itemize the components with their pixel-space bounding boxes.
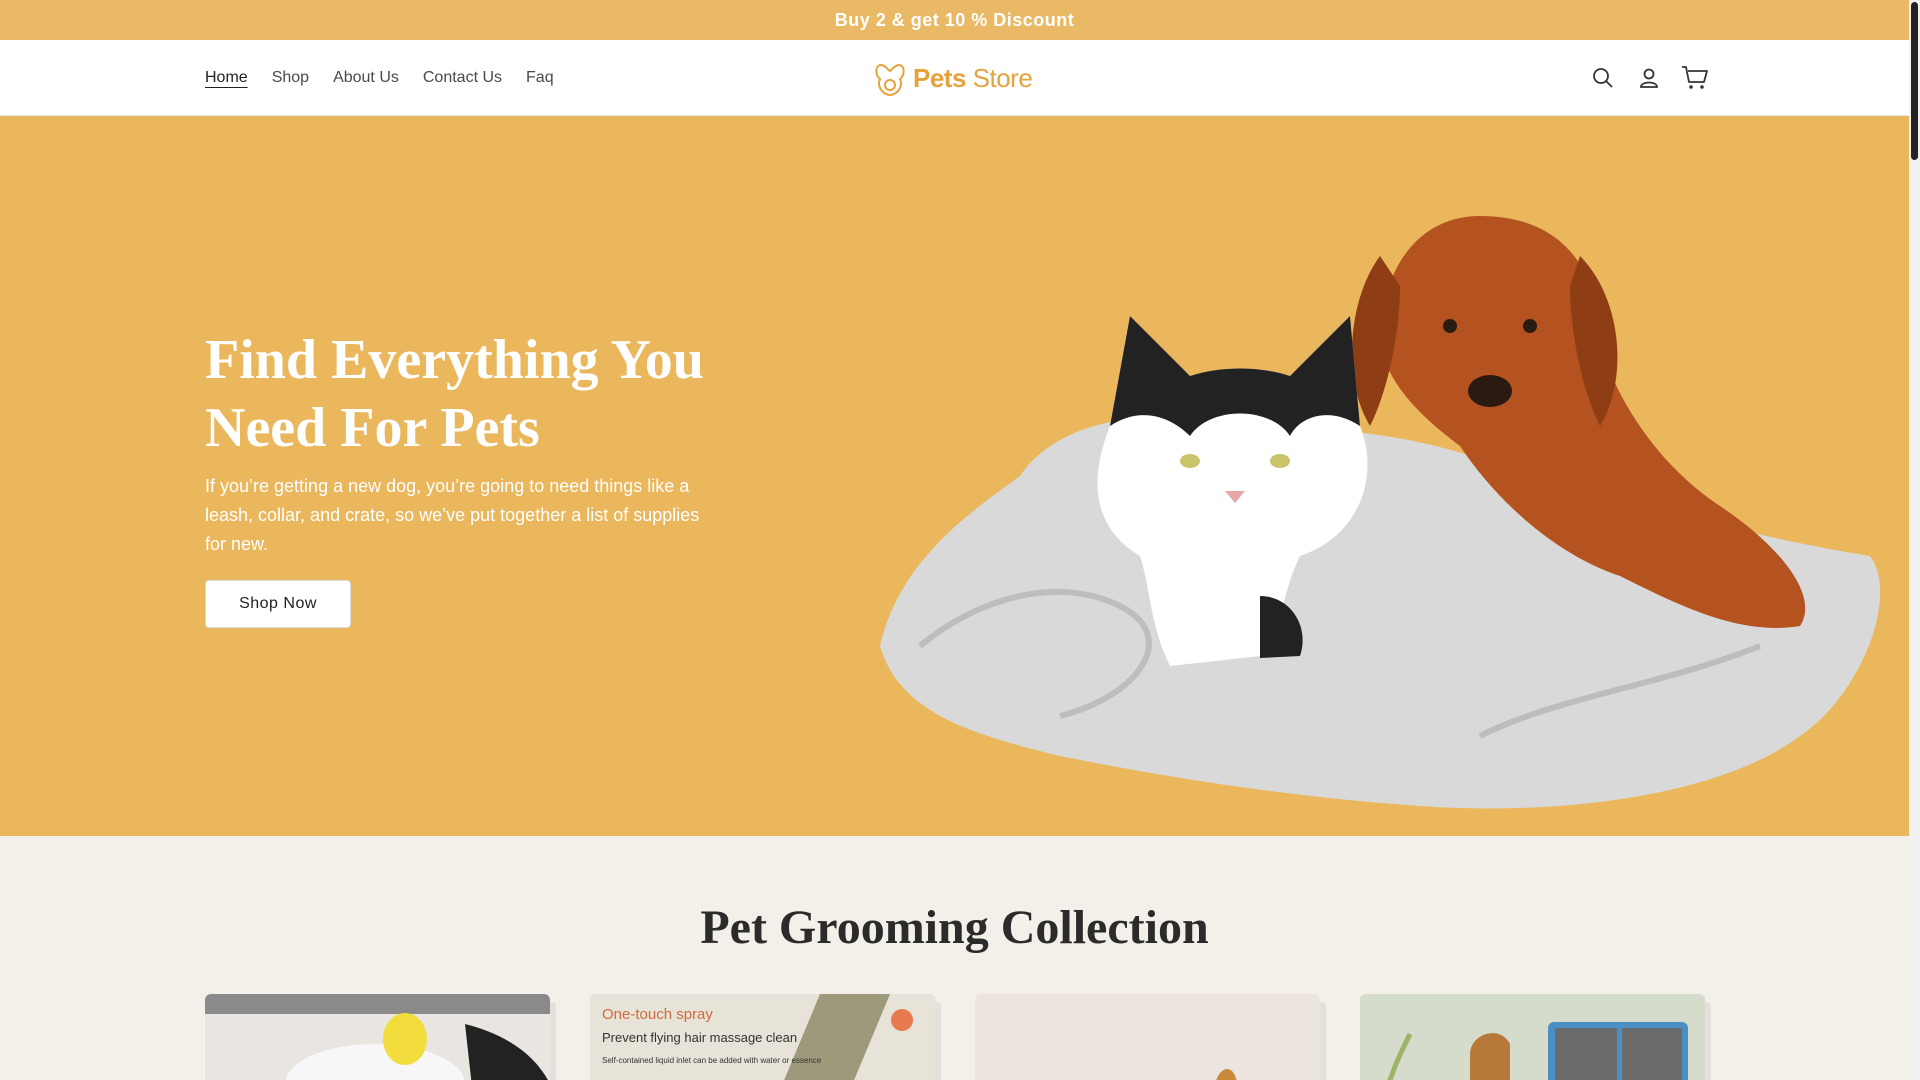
search-button[interactable] bbox=[1589, 58, 1617, 98]
product-image bbox=[205, 994, 550, 1080]
search-icon bbox=[1593, 68, 1613, 88]
account-icon bbox=[1640, 68, 1658, 88]
logo-text-light: Store bbox=[972, 62, 1033, 93]
product-card[interactable] bbox=[975, 994, 1320, 1080]
hero-title: Find Everything You Need For Pets bbox=[205, 329, 704, 459]
collection-cards: One-touch spray Prevent flying hair mass… bbox=[205, 994, 1705, 1080]
nav-home[interactable]: Home bbox=[205, 69, 248, 87]
product-image bbox=[1360, 994, 1705, 1080]
cart-icon bbox=[1682, 66, 1708, 89]
announcement-text: Buy 2 & get 10 % Discount bbox=[834, 9, 1075, 30]
main-nav: Home Shop About Us Contact Us Faq bbox=[205, 40, 554, 115]
site-header: Home Shop About Us Contact Us Faq Pets S… bbox=[0, 40, 1909, 116]
product-image bbox=[1216, 1069, 1237, 1080]
logo-text-bold: Pets bbox=[913, 62, 966, 93]
collection-title: Pet Grooming Collection bbox=[700, 901, 1209, 954]
site-logo[interactable]: Pets Store bbox=[873, 58, 1033, 98]
hero-pets-image bbox=[880, 216, 1881, 809]
card-caption-line1: One-touch spray bbox=[602, 1006, 713, 1023]
logo-text: Pets Store bbox=[913, 62, 1033, 94]
nav-contact-us[interactable]: Contact Us bbox=[423, 69, 502, 87]
cart-button[interactable] bbox=[1681, 58, 1709, 98]
product-card[interactable] bbox=[205, 994, 550, 1080]
nav-faq[interactable]: Faq bbox=[526, 69, 554, 87]
hero-description: If you’re getting a new dog, you’re goin… bbox=[205, 476, 700, 554]
page-scrollbar[interactable] bbox=[1909, 0, 1920, 1080]
product-card[interactable] bbox=[1360, 994, 1705, 1080]
announcement-bar: Buy 2 & get 10 % Discount bbox=[0, 0, 1909, 40]
card-caption-line3: Self-contained liquid inlet can be added… bbox=[602, 1056, 822, 1065]
nav-shop[interactable]: Shop bbox=[272, 69, 309, 87]
paw-logo-icon bbox=[875, 63, 905, 97]
account-button[interactable] bbox=[1635, 58, 1663, 98]
nav-about-us[interactable]: About Us bbox=[333, 69, 399, 87]
product-card[interactable]: One-touch spray Prevent flying hair mass… bbox=[590, 994, 935, 1080]
card-caption-line2: Prevent flying hair massage clean bbox=[602, 1030, 798, 1045]
hero-banner: Find Everything You Need For Pets If you… bbox=[0, 116, 1909, 836]
shop-now-button[interactable]: Shop Now bbox=[205, 580, 351, 628]
header-icons bbox=[1589, 58, 1709, 98]
scrollbar-thumb[interactable] bbox=[1911, 2, 1918, 160]
